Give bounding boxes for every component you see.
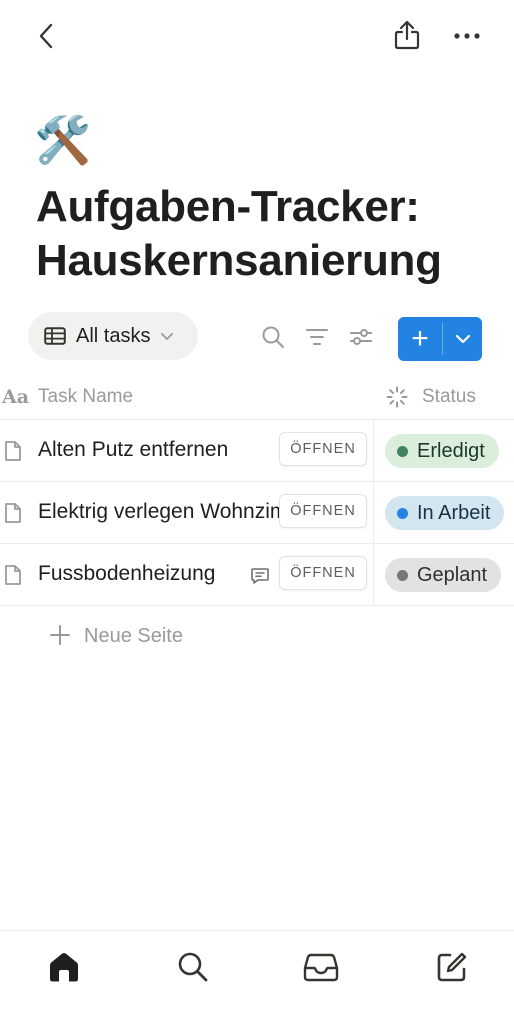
text-property-icon: Aa	[2, 386, 30, 408]
back-button[interactable]	[30, 20, 62, 52]
nav-inbox-button[interactable]	[303, 949, 339, 985]
table-icon	[44, 327, 66, 345]
search-button[interactable]	[258, 322, 288, 352]
status-dot	[397, 507, 408, 519]
table-header: Aa Task Name Status	[0, 376, 514, 420]
status-badge[interactable]: Geplant	[385, 558, 502, 592]
nav-home-button[interactable]	[46, 949, 82, 985]
search-icon	[178, 952, 208, 982]
status-badge[interactable]: In Arbeit	[385, 496, 505, 530]
column-header-task-name[interactable]: Task Name	[38, 386, 133, 408]
page-icon	[5, 503, 21, 523]
page: 🛠️ Aufgaben-Tracker: Hauskernsanierung A…	[0, 0, 514, 1024]
chevron-down-icon	[455, 334, 470, 344]
status-label: In Arbeit	[417, 501, 491, 524]
compose-icon	[437, 952, 467, 982]
nav-search-button[interactable]	[175, 949, 211, 985]
inbox-icon	[303, 953, 339, 982]
search-icon	[262, 326, 284, 348]
plus-icon	[50, 624, 72, 648]
status-dot	[397, 569, 408, 581]
filter-button[interactable]	[302, 322, 332, 352]
filter-icon	[306, 329, 328, 345]
open-button[interactable]: ÖFFNEN	[279, 556, 367, 590]
chevron-left-icon	[39, 23, 53, 49]
page-icon	[5, 565, 21, 585]
task-name[interactable]: Elektrig verlegen Wohnzimmer	[38, 500, 284, 524]
view-label: All tasks	[76, 324, 151, 347]
open-button[interactable]: ÖFFNEN	[279, 432, 367, 466]
comment-icon[interactable]	[250, 566, 270, 586]
status-badge[interactable]: Erledigt	[385, 434, 499, 468]
task-name[interactable]: Alten Putz entfernen	[38, 438, 284, 462]
task-name[interactable]: Fussbodenheizung	[38, 562, 238, 586]
share-button[interactable]	[390, 18, 424, 52]
page-icon-emoji[interactable]: 🛠️	[34, 112, 91, 168]
share-icon	[394, 20, 420, 50]
new-entry-button[interactable]: +	[398, 317, 482, 361]
top-bar	[0, 0, 514, 72]
column-header-status[interactable]: Status	[422, 386, 476, 408]
table-row[interactable]: Alten Putz entfernen ÖFFNEN Erledigt	[0, 420, 514, 482]
home-icon	[50, 953, 78, 982]
new-entry-plus[interactable]: +	[398, 317, 442, 361]
new-page-label: Neue Seite	[84, 624, 183, 647]
table-row[interactable]: Fussbodenheizung ÖFFNEN Geplant	[0, 544, 514, 606]
new-entry-options-button[interactable]	[443, 317, 482, 361]
more-button[interactable]	[450, 20, 484, 52]
open-button[interactable]: ÖFFNEN	[279, 494, 367, 528]
status-property-icon	[386, 386, 408, 408]
sliders-icon	[350, 329, 372, 345]
status-dot	[397, 445, 408, 457]
page-title[interactable]: Aufgaben-Tracker: Hauskernsanierung	[36, 180, 496, 288]
status-label: Geplant	[417, 563, 488, 586]
bottom-nav	[0, 930, 514, 1024]
chevron-down-icon	[160, 332, 174, 341]
view-selector[interactable]: All tasks	[28, 312, 198, 360]
nav-compose-button[interactable]	[434, 949, 470, 985]
page-icon	[5, 441, 21, 461]
ellipsis-icon	[454, 33, 480, 39]
new-page-button[interactable]: Neue Seite	[50, 624, 183, 648]
table-row[interactable]: Elektrig verlegen Wohnzimmer ÖFFNEN In A…	[0, 482, 514, 544]
status-label: Erledigt	[417, 439, 485, 462]
view-settings-button[interactable]	[346, 322, 376, 352]
